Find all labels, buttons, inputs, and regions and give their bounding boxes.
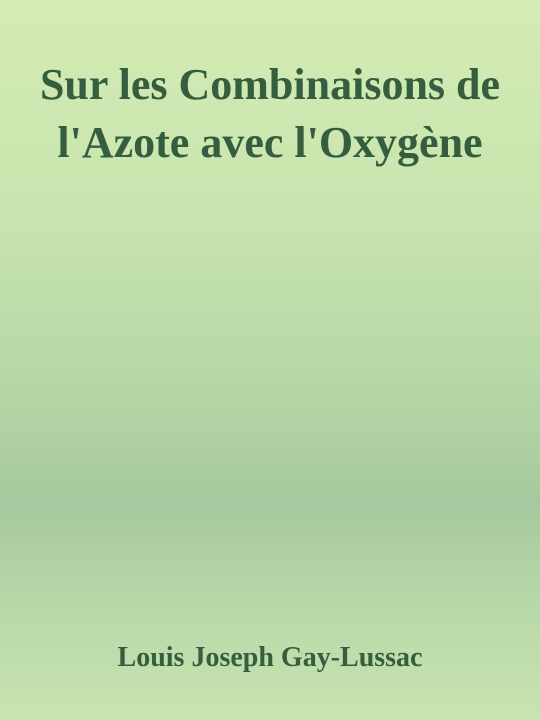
book-author: Louis Joseph Gay-Lussac [117, 642, 423, 673]
book-cover: Sur les Combinaisons de l'Azote avec l'O… [0, 0, 540, 720]
book-title: Sur les Combinaisons de l'Azote avec l'O… [39, 60, 501, 167]
